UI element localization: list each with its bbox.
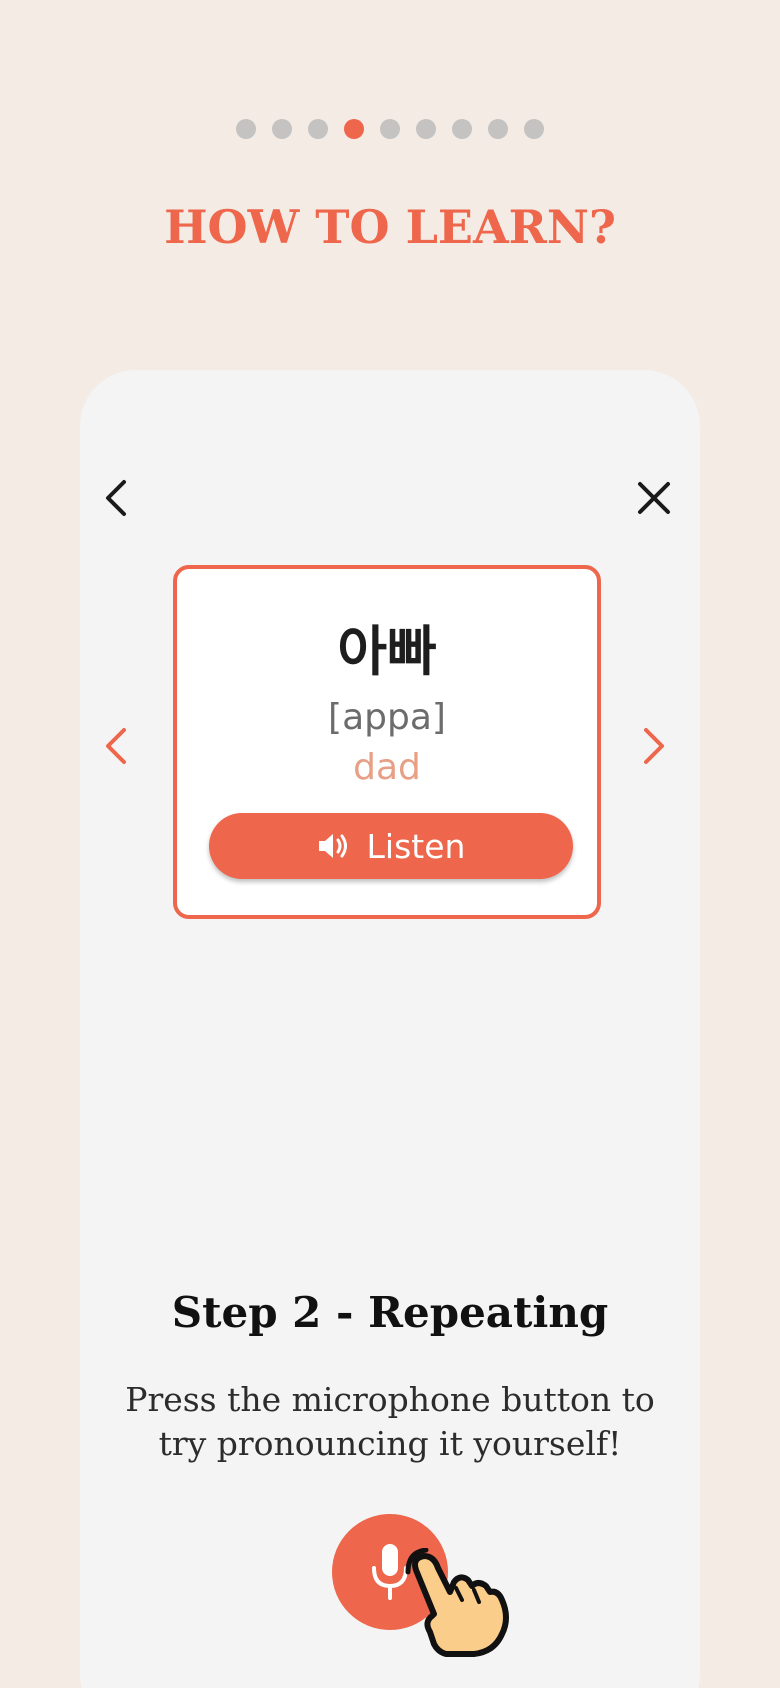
pointing-hand-icon — [405, 1548, 509, 1657]
word-meaning: dad — [353, 747, 421, 788]
tutorial-panel: 아빠 [appa] dad Listen Step 2 - Repeating … — [80, 370, 700, 1688]
previous-card-button[interactable] — [92, 722, 140, 770]
step-description: Press the microphone button to try prono… — [125, 1380, 655, 1463]
page-dot-8[interactable] — [488, 119, 508, 139]
page-title: HOW TO LEARN? — [164, 200, 616, 254]
chevron-left-icon — [106, 480, 126, 516]
page-dot-3[interactable] — [308, 119, 328, 139]
listen-label: Listen — [366, 826, 466, 866]
page-dot-7[interactable] — [452, 119, 472, 139]
chevron-left-icon — [106, 728, 126, 764]
listen-button[interactable]: Listen — [209, 813, 573, 879]
chevron-right-icon — [644, 728, 664, 764]
korean-word: 아빠 — [337, 620, 437, 683]
onboarding-screen: HOW TO LEARN? 아빠 [appa] dad Listen Step … — [0, 0, 780, 1688]
next-card-button[interactable] — [630, 722, 678, 770]
vocabulary-card: 아빠 [appa] dad Listen — [173, 565, 601, 919]
page-dot-9[interactable] — [524, 119, 544, 139]
page-indicator — [0, 119, 780, 139]
back-button[interactable] — [92, 474, 140, 522]
step-title: Step 2 - Repeating — [171, 1288, 609, 1337]
close-button[interactable] — [630, 474, 678, 522]
close-icon — [638, 482, 670, 514]
romanization: [appa] — [328, 697, 446, 738]
speaker-icon — [318, 834, 347, 858]
page-dot-1[interactable] — [236, 119, 256, 139]
page-dot-4-active[interactable] — [344, 119, 364, 139]
page-dot-5[interactable] — [380, 119, 400, 139]
page-dot-2[interactable] — [272, 119, 292, 139]
page-dot-6[interactable] — [416, 119, 436, 139]
